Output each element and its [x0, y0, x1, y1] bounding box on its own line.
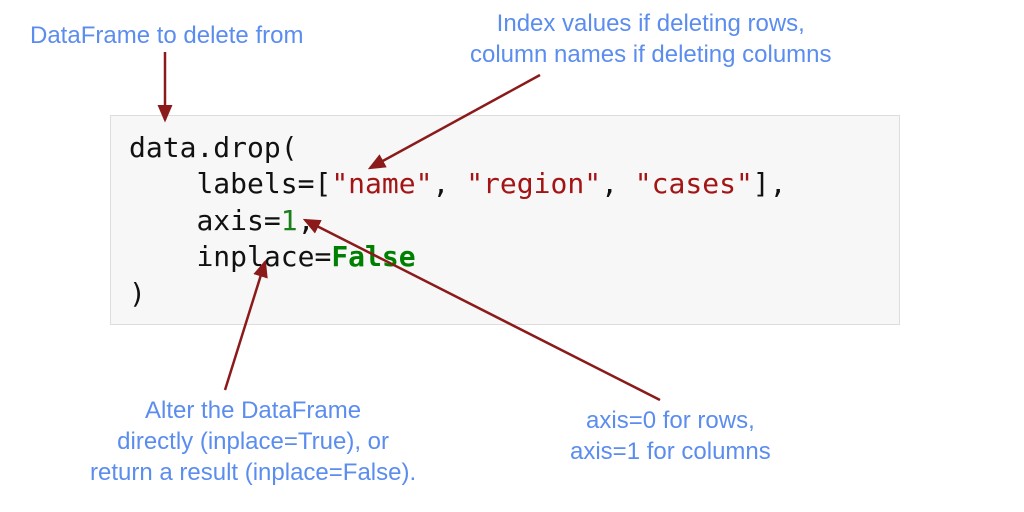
code-eq1: = — [298, 167, 315, 200]
code-comma1: , — [432, 167, 466, 200]
code-q3c: " — [736, 167, 753, 200]
code-indent3 — [129, 240, 196, 273]
annotation-labels: Index values if deleting rows, column na… — [470, 8, 832, 70]
code-indent1 — [129, 167, 196, 200]
code-axis-val: 1 — [281, 204, 298, 237]
annotation-axis: axis=0 for rows, axis=1 for columns — [570, 405, 771, 467]
annotation-dataframe: DataFrame to delete from — [30, 20, 303, 51]
code-q3o: " — [635, 167, 652, 200]
code-comma3: , — [770, 167, 787, 200]
code-comma2: , — [601, 167, 635, 200]
code-indent2 — [129, 204, 196, 237]
code-rbracket: ] — [753, 167, 770, 200]
code-q2o: " — [466, 167, 483, 200]
code-close-paren: ) — [129, 277, 146, 310]
code-eq2: = — [264, 204, 281, 237]
diagram-stage: DataFrame to delete from Index values if… — [0, 0, 1024, 512]
code-obj: data — [129, 131, 196, 164]
code-labels-kw: labels — [196, 167, 297, 200]
code-label1: name — [348, 167, 415, 200]
code-lbracket: [ — [314, 167, 331, 200]
code-open-paren: ( — [281, 131, 298, 164]
code-box: data.drop( labels=["name", "region", "ca… — [110, 115, 900, 325]
code-q2c: " — [584, 167, 601, 200]
annotation-inplace: Alter the DataFrame directly (inplace=Tr… — [90, 395, 416, 489]
code-q1o: " — [331, 167, 348, 200]
code-label2: region — [483, 167, 584, 200]
code-eq3: = — [314, 240, 331, 273]
code-q1c: " — [416, 167, 433, 200]
code-inplace-kw: inplace — [196, 240, 314, 273]
code-method: drop — [213, 131, 280, 164]
code-axis-kw: axis — [196, 204, 263, 237]
code-dot: . — [196, 131, 213, 164]
code-label3: cases — [652, 167, 736, 200]
code-inplace-val: False — [331, 240, 415, 273]
code-comma4: , — [298, 204, 315, 237]
code-content: data.drop( labels=["name", "region", "ca… — [129, 130, 881, 312]
